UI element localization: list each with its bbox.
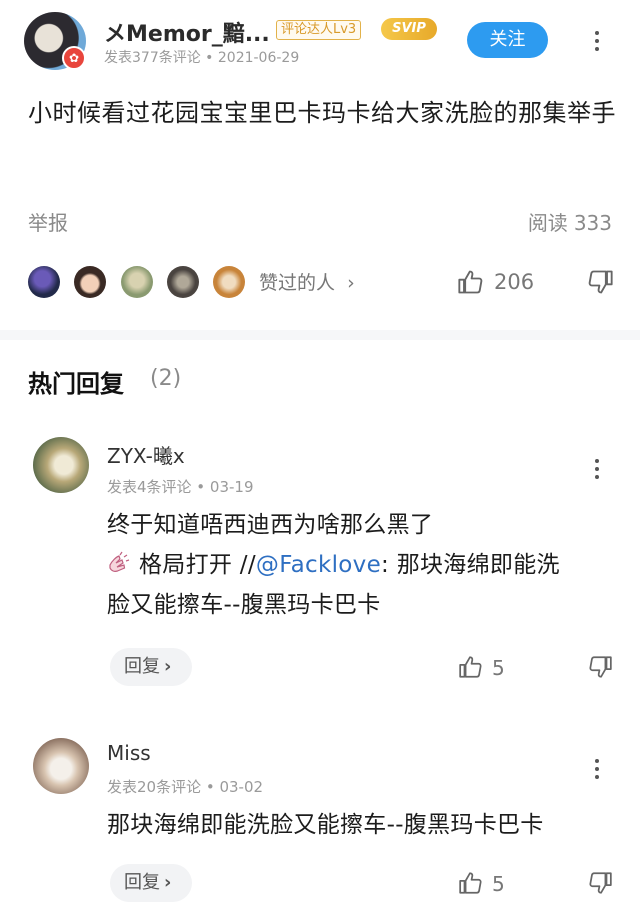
section-divider — [0, 330, 640, 340]
more-vertical-icon[interactable] — [587, 456, 607, 482]
verified-badge-icon: ✿ — [62, 46, 86, 70]
thumbs-up-icon[interactable] — [458, 654, 484, 680]
read-label-text: 阅读 — [527, 211, 568, 235]
comment-line: 那块海绵即能洗脸又能擦车--腹黑玛卡巴卡 — [107, 812, 544, 838]
likers-label-text: 赞过的人 — [259, 272, 336, 294]
comment-line: 格局打开 //@Facklove: 那块海绵即能洗 — [107, 545, 612, 585]
comment-text: 那块海绵即能洗脸又能擦车--腹黑玛卡巴卡 — [107, 805, 612, 845]
chevron-right-icon: › — [164, 872, 172, 893]
commenter-meta: 发表4条评论 • 03-19 — [107, 478, 254, 496]
more-vertical-icon[interactable] — [587, 28, 607, 54]
thumbs-up-icon[interactable] — [457, 268, 485, 296]
chevron-right-icon: › — [347, 272, 355, 294]
reply-label: 回复 — [124, 656, 160, 677]
author-username[interactable]: メMemor_黯... — [104, 16, 270, 48]
like-count: 206 — [494, 270, 535, 294]
reply-button[interactable]: 回复 › — [110, 648, 192, 686]
liker-avatar[interactable] — [121, 266, 153, 298]
liker-avatar[interactable] — [167, 266, 199, 298]
liker-avatar[interactable] — [28, 266, 60, 298]
reply-label: 回复 — [124, 872, 160, 893]
liker-avatar[interactable] — [213, 266, 245, 298]
read-count: 阅读 333 — [528, 207, 612, 236]
comment-line: 终于知道唔西迪西为啥那么黑了 — [107, 512, 434, 538]
thumbs-down-icon[interactable] — [586, 268, 614, 296]
comment-text-prefix: 格局打开 // — [139, 552, 256, 578]
thumbs-down-icon[interactable] — [587, 654, 613, 680]
thumbs-down-icon[interactable] — [587, 870, 613, 896]
author-meta: 发表377条评论 • 2021-06-29 — [104, 50, 300, 66]
liker-avatar[interactable] — [74, 266, 106, 298]
post-card: ✿ メMemor_黯... 评论达人Lv3 SVIP 发表377条评论 • 20… — [0, 0, 640, 330]
svip-badge: SVIP — [381, 18, 437, 40]
commenter-name[interactable]: ZYX-曦x — [107, 440, 185, 469]
thumbs-up-icon[interactable] — [458, 870, 484, 896]
level-badge: 评论达人Lv3 — [276, 20, 362, 40]
like-count: 5 — [492, 656, 505, 680]
comment-text: 终于知道唔西迪西为啥那么黑了 格局打开 //@Facklove: 那块海绵即能洗… — [107, 505, 612, 625]
hot-replies-count: (2) — [150, 366, 182, 391]
like-count: 5 — [492, 872, 505, 896]
commenter-avatar[interactable] — [33, 738, 89, 794]
reply-button[interactable]: 回复 › — [110, 864, 192, 902]
likers-link[interactable]: 赞过的人 › — [259, 268, 355, 295]
report-link[interactable]: 举报 — [28, 207, 68, 236]
more-vertical-icon[interactable] — [587, 756, 607, 782]
chevron-right-icon: › — [164, 656, 172, 677]
read-count-value: 333 — [573, 211, 612, 235]
commenter-avatar[interactable] — [33, 437, 89, 493]
post-content: 小时候看过花园宝宝里巴卡玛卡给大家洗脸的那集举手 — [28, 99, 616, 127]
user-mention-link[interactable]: @Facklove — [256, 552, 381, 578]
comment-text-suffix: : 那块海绵即能洗 — [381, 552, 560, 578]
hot-replies-title: 热门回复 — [28, 370, 124, 398]
comment-line: 脸又能擦车--腹黑玛卡巴卡 — [107, 592, 381, 618]
commenter-meta: 发表20条评论 • 03-02 — [107, 778, 264, 796]
commenter-name[interactable]: Miss — [107, 741, 151, 765]
follow-button[interactable]: 关注 — [467, 22, 548, 58]
clapping-hands-icon — [109, 551, 130, 572]
